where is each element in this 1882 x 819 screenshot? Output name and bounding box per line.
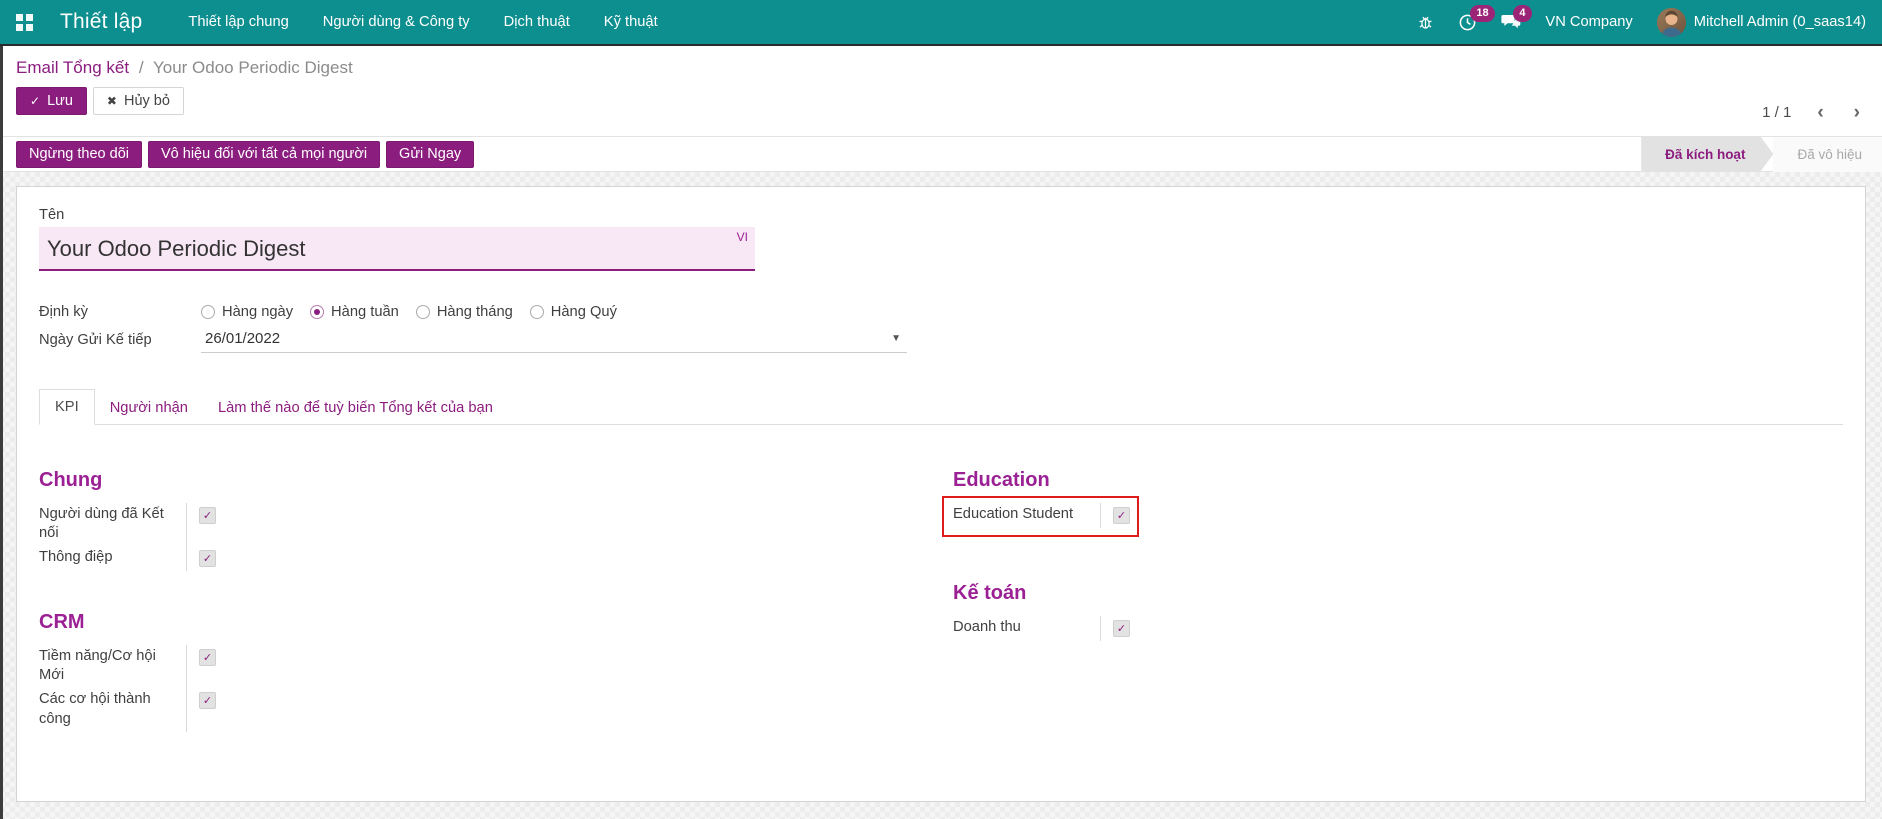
company-switcher[interactable]: VN Company: [1545, 14, 1632, 30]
pager-value: 1 / 1: [1762, 104, 1791, 121]
checkbox-opportunities-won[interactable]: ✓: [199, 692, 216, 709]
send-now-button[interactable]: Gửi Ngay: [386, 141, 474, 168]
checkbox-education-student[interactable]: ✓: [1113, 507, 1130, 524]
periodicity-radio-group: Hàng ngày Hàng tuần Hàng tháng Hàng Quý: [201, 304, 617, 320]
radio-circle-icon: [201, 305, 215, 319]
checkbox-revenue[interactable]: ✓: [1113, 620, 1130, 637]
apps-menu-icon[interactable]: [16, 14, 33, 31]
radio-quarterly[interactable]: Hàng Quý: [530, 304, 617, 320]
menu-translations[interactable]: Dịch thuật: [502, 1, 572, 43]
kpi-row-revenue: Doanh thu ✓: [953, 616, 1843, 641]
breadcrumb-separator: /: [139, 58, 144, 77]
kpi-groups: Chung Người dùng đã Kết nối ✓ Thông điệp…: [39, 469, 1843, 772]
kpi-right-column: Education Education Student ✓ Kế toán Do…: [953, 469, 1843, 772]
messages-chat-icon[interactable]: 4: [1501, 13, 1521, 31]
radio-circle-icon: [416, 305, 430, 319]
pager: 1 / 1 ‹ ›: [1762, 103, 1860, 122]
radio-weekly[interactable]: Hàng tuần: [310, 304, 399, 320]
translation-flag[interactable]: VI: [737, 230, 748, 244]
form-sheet: Tên VI Định kỳ Hàng ngày Hàng tuần: [16, 186, 1866, 802]
next-run-date-field[interactable]: 26/01/2022 ▼: [201, 327, 907, 353]
section-education: Education Education Student ✓: [953, 469, 1843, 528]
check-icon: ✓: [30, 94, 40, 108]
app-title[interactable]: Thiết lập: [60, 10, 142, 34]
chevron-down-icon: ▼: [891, 333, 901, 344]
section-accounting-title: Kế toán: [953, 582, 1843, 605]
kpi-row-connected-users: Người dùng đã Kết nối ✓: [39, 503, 929, 546]
user-avatar: [1657, 8, 1686, 37]
close-icon: ✖: [107, 94, 117, 108]
next-run-date-value: 26/01/2022: [205, 330, 891, 347]
tab-recipients[interactable]: Người nhận: [95, 391, 203, 425]
radio-circle-icon: [530, 305, 544, 319]
pager-next-icon[interactable]: ›: [1854, 103, 1860, 122]
kpi-left-column: Chung Người dùng đã Kết nối ✓ Thông điệp…: [39, 469, 929, 772]
user-menu[interactable]: Mitchell Admin (0_saas14): [1657, 8, 1866, 37]
checkbox-new-leads[interactable]: ✓: [199, 649, 216, 666]
periodicity-label: Định kỳ: [39, 304, 201, 320]
next-run-row: Ngày Gửi Kế tiếp 26/01/2022 ▼: [39, 326, 1843, 353]
breadcrumb-parent-link[interactable]: Email Tổng kết: [16, 58, 129, 77]
message-count-badge: 4: [1513, 5, 1531, 22]
unfollow-button[interactable]: Ngừng theo dõi: [16, 141, 142, 168]
form-view-background: Tên VI Định kỳ Hàng ngày Hàng tuần: [0, 172, 1882, 819]
control-panel: Email Tổng kết / Your Odoo Periodic Dige…: [0, 46, 1882, 137]
status-pipeline: Đã kích hoạt Đã vô hiệu: [1641, 137, 1882, 172]
discard-button[interactable]: ✖ Hủy bỏ: [93, 87, 184, 115]
radio-daily[interactable]: Hàng ngày: [201, 304, 293, 320]
activity-count-badge: 18: [1470, 5, 1494, 22]
menu-general-settings[interactable]: Thiết lập chung: [186, 1, 290, 43]
systray: 18 4 VN Company Mitchell Admin (0_: [1417, 8, 1866, 37]
kpi-row-new-leads: Tiềm năng/Cơ hội Mới ✓: [39, 645, 929, 688]
breadcrumb: Email Tổng kết / Your Odoo Periodic Dige…: [16, 58, 1862, 78]
kpi-row-education-student: Education Student ✓: [953, 503, 1843, 528]
menu-users-companies[interactable]: Người dùng & Công ty: [321, 1, 472, 43]
pager-previous-icon[interactable]: ‹: [1817, 103, 1823, 122]
debug-bug-icon[interactable]: [1417, 14, 1434, 31]
radio-monthly[interactable]: Hàng tháng: [416, 304, 513, 320]
status-activated[interactable]: Đã kích hoạt: [1641, 137, 1773, 172]
kpi-row-messages: Thông điệp ✓: [39, 546, 929, 571]
tab-kpi[interactable]: KPI: [39, 389, 95, 425]
menu-technical[interactable]: Kỹ thuật: [602, 1, 660, 43]
name-field-wrapper: VI: [39, 227, 755, 271]
activities-clock-icon[interactable]: 18: [1458, 13, 1477, 32]
kpi-row-opportunities-won: Các cơ hội thành công ✓: [39, 688, 929, 731]
section-general: Chung Người dùng đã Kết nối ✓ Thông điệp…: [39, 469, 929, 571]
top-navbar: Thiết lập Thiết lập chung Người dùng & C…: [0, 0, 1882, 46]
checkbox-messages[interactable]: ✓: [199, 550, 216, 567]
periodicity-row: Định kỳ Hàng ngày Hàng tuần Hàng tháng: [39, 298, 1843, 325]
form-statusbar: Ngừng theo dõi Vô hiệu đối với tất cả mọ…: [0, 137, 1882, 172]
nav-menus: Thiết lập chung Người dùng & Công ty Dịc…: [186, 1, 659, 43]
name-input[interactable]: [39, 227, 755, 271]
next-run-label: Ngày Gửi Kế tiếp: [39, 332, 201, 348]
tab-customize[interactable]: Làm thế nào để tuỳ biến Tổng kết của bạn: [203, 391, 508, 425]
notebook-tabs: KPI Người nhận Làm thế nào để tuỳ biến T…: [39, 389, 1843, 425]
status-deactivated[interactable]: Đã vô hiệu: [1773, 137, 1882, 172]
section-crm: CRM Tiềm năng/Cơ hội Mới ✓ Các cơ hội th…: [39, 611, 929, 731]
checkbox-connected-users[interactable]: ✓: [199, 507, 216, 524]
save-button[interactable]: ✓ Lưu: [16, 87, 87, 115]
breadcrumb-current: Your Odoo Periodic Digest: [153, 58, 353, 77]
name-field-label: Tên: [39, 207, 1843, 223]
section-crm-title: CRM: [39, 611, 929, 634]
action-buttons: Ngừng theo dõi Vô hiệu đối với tất cả mọ…: [16, 141, 474, 168]
section-education-title: Education: [953, 469, 1843, 492]
deactivate-for-all-button[interactable]: Vô hiệu đối với tất cả mọi người: [148, 141, 380, 168]
user-name: Mitchell Admin (0_saas14): [1694, 14, 1866, 30]
header-fields: Định kỳ Hàng ngày Hàng tuần Hàng tháng: [39, 298, 1843, 353]
section-general-title: Chung: [39, 469, 929, 492]
window-left-edge: [0, 46, 3, 819]
radio-circle-icon: [310, 305, 324, 319]
section-accounting: Kế toán Doanh thu ✓: [953, 582, 1843, 641]
control-buttons: ✓ Lưu ✖ Hủy bỏ: [16, 87, 1862, 115]
